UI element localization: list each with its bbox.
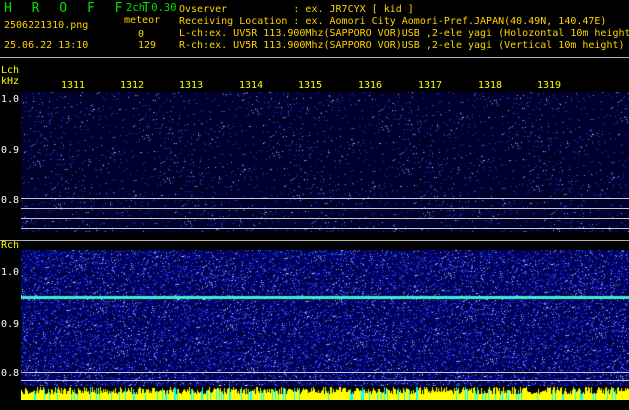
channel-separator — [0, 240, 629, 241]
rch-freq-tick: 0.9 — [1, 319, 20, 330]
lch-freq-tick: 0.9 — [1, 145, 20, 156]
time-tick-label: 1312 — [120, 80, 145, 91]
lch-info-line: L-ch:ex. UV5R 113.900Mhz(SAPPORO VOR)USB… — [179, 28, 629, 39]
rch-reference-line — [21, 372, 629, 373]
rch-freq-tick: 0.8 — [1, 368, 20, 379]
header-separator — [0, 57, 629, 58]
channel-info: 2ch 0.30 — [126, 2, 177, 14]
meteor-label: meteor — [124, 15, 161, 26]
lch-reference-line — [21, 208, 629, 209]
location-line: Receiving Location : ex. Aomori City Aom… — [179, 16, 607, 27]
meteor-activity-bar — [21, 386, 629, 400]
observer-line: Ovserver : ex. JR7CYX [ kid ] — [179, 4, 414, 15]
lch-reference-line — [21, 228, 629, 229]
time-tick-label: 1318 — [478, 80, 503, 91]
rch-freq-tick: 1.0 — [1, 267, 20, 278]
meteor-count-lch: 0 — [138, 29, 145, 40]
lch-waterfall — [21, 92, 629, 232]
time-tick-label: 1319 — [537, 80, 562, 91]
khz-unit-label: kHz — [1, 76, 20, 87]
rch-axis-label: Rch — [1, 240, 20, 251]
lch-reference-line — [21, 218, 629, 219]
time-tick-label: 1315 — [298, 80, 323, 91]
lch-freq-tick: 0.8 — [1, 195, 20, 206]
rch-reference-line — [21, 380, 629, 381]
meteor-count-rch: 129 — [138, 40, 157, 51]
rch-waterfall — [21, 250, 629, 386]
rch-info-line: R-ch:ex. UV5R 113.900Mhz(SAPPORO VOR)USB… — [179, 40, 625, 51]
time-tick-label: 1317 — [418, 80, 443, 91]
datetime-label: 25.06.22 13:10 — [4, 40, 89, 51]
time-tick-label: 1314 — [239, 80, 264, 91]
lch-axis-label: Lch — [1, 65, 20, 76]
lch-reference-line — [21, 198, 629, 199]
lch-freq-tick: 1.0 — [1, 94, 20, 105]
time-tick-label: 1313 — [179, 80, 204, 91]
time-tick-label: 1316 — [358, 80, 383, 91]
time-tick-label: 1311 — [61, 80, 86, 91]
filename-label: 2506221310.png — [4, 20, 89, 31]
